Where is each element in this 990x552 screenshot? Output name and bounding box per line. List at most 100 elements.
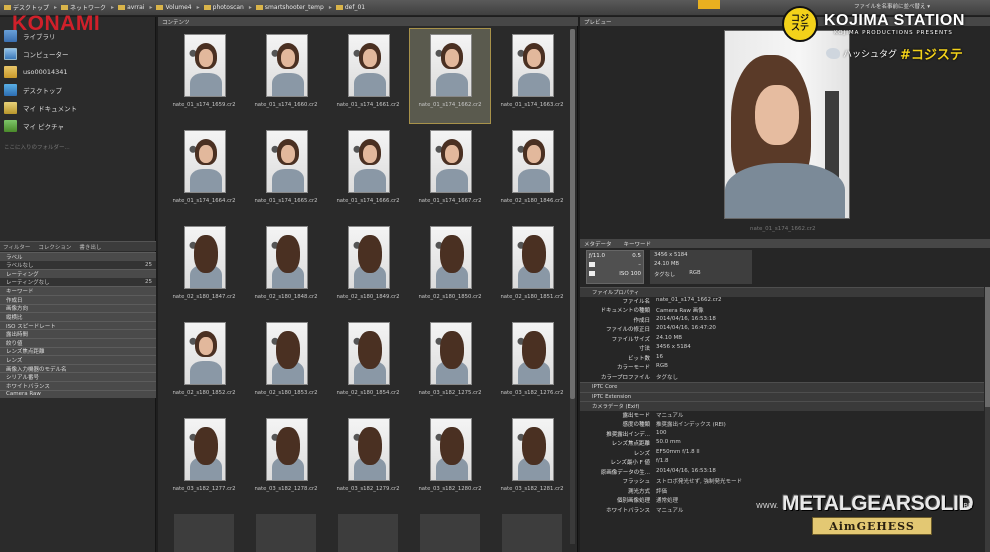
breadcrumb-item[interactable]: def_01: [335, 3, 365, 12]
section-iptc-core[interactable]: IPTC Core: [580, 382, 984, 392]
content-scrollbar[interactable]: [570, 29, 575, 544]
folder-item[interactable]: マイ ドキュメント: [0, 99, 156, 117]
breadcrumb-item[interactable]: Volume4 ▸: [156, 3, 200, 12]
thumbnail-cell[interactable]: nate_02_s180_1846.cr2: [492, 125, 572, 219]
filter-item[interactable]: 作成日: [0, 294, 156, 304]
folder-icon: [61, 5, 69, 10]
filter-item[interactable]: レーティングなし 25: [0, 277, 156, 287]
photo-thumbnail[interactable]: [184, 130, 226, 193]
thumbnail-cell[interactable]: nate_02_s180_1848.cr2: [246, 221, 326, 315]
photo-thumbnail[interactable]: [430, 418, 472, 481]
filter-item[interactable]: ラベルなし 25: [0, 260, 156, 270]
photo-thumbnail[interactable]: [348, 418, 390, 481]
photo-thumbnail[interactable]: [266, 34, 308, 97]
filter-item[interactable]: 縦横比: [0, 312, 156, 321]
filter-item[interactable]: ISO スピードレート: [0, 320, 156, 330]
thumbnail-cell[interactable]: nate_01_s174_1666.cr2: [328, 125, 408, 219]
photo-thumbnail[interactable]: [184, 34, 226, 97]
thumbnail-cell[interactable]: nate_01_s174_1661.cr2: [328, 29, 408, 123]
filter-item[interactable]: キーワード: [0, 286, 156, 295]
photo-thumbnail[interactable]: [348, 34, 390, 97]
photo-thumbnail[interactable]: [512, 130, 554, 193]
workspace-button[interactable]: [698, 0, 720, 9]
photo-thumbnail[interactable]: [430, 34, 472, 97]
thumbnail-cell[interactable]: nate_02_s180_1850.cr2: [410, 221, 490, 315]
breadcrumb-item[interactable]: ネットワーク ▸: [61, 3, 114, 12]
scrollbar-thumb[interactable]: [985, 287, 990, 407]
thumbnail-cell[interactable]: nate_01_s174_1664.cr2: [164, 125, 244, 219]
section-file-properties[interactable]: ファイルプロパティ: [580, 287, 984, 297]
thumbnail-cell[interactable]: nate_03_s182_1277.cr2: [164, 413, 244, 507]
thumbnail-filename: nate_03_s182_1277.cr2: [172, 486, 236, 492]
filter-item[interactable]: シリアル番号: [0, 372, 156, 381]
folder-item[interactable]: コンピューター: [0, 45, 156, 63]
photo-thumbnail[interactable]: [512, 226, 554, 289]
photo-thumbnail[interactable]: [512, 418, 554, 481]
photo-thumbnail[interactable]: [430, 226, 472, 289]
filter-item[interactable]: レーティング: [0, 269, 156, 278]
filter-item[interactable]: 絞り値: [0, 337, 156, 347]
section-iptc-extension[interactable]: IPTC Extension: [580, 391, 984, 401]
breadcrumb-item[interactable]: smartshooter_temp ▸: [255, 3, 332, 12]
thumbnail-cell[interactable]: nate_03_s182_1276.cr2: [492, 317, 572, 411]
tab-export[interactable]: 書き出し: [79, 243, 101, 251]
filter-item[interactable]: ホワイトバランス: [0, 380, 156, 390]
thumbnail-cell[interactable]: nate_01_s174_1667.cr2: [410, 125, 490, 219]
tab-filter[interactable]: フィルター: [3, 243, 30, 251]
scrollbar-thumb[interactable]: [570, 29, 575, 399]
tab-metadata[interactable]: メタデータ: [584, 240, 612, 248]
photo-thumbnail[interactable]: [512, 322, 554, 385]
thumbnail-cell[interactable]: nate_02_s180_1851.cr2: [492, 221, 572, 315]
folder-item[interactable]: uso00014341: [0, 63, 156, 81]
filter-item[interactable]: 露出時間: [0, 329, 156, 338]
breadcrumb-item[interactable]: photoscan ▸: [203, 3, 252, 12]
photo-thumbnail[interactable]: [266, 322, 308, 385]
filter-item[interactable]: レンズ: [0, 355, 156, 364]
thumbnail-cell[interactable]: nate_03_s182_1279.cr2: [328, 413, 408, 507]
breadcrumb-item[interactable]: デスクトップ ▸: [4, 3, 57, 12]
photo-thumbnail[interactable]: [184, 226, 226, 289]
thumbnail-filename: nate_03_s182_1276.cr2: [500, 390, 564, 396]
photo-thumbnail[interactable]: [512, 34, 554, 97]
section-exif[interactable]: カメラデータ (Exif): [580, 401, 984, 411]
folder-item[interactable]: デスクトップ: [0, 81, 156, 99]
photo-thumbnail[interactable]: [266, 130, 308, 193]
thumbnail-cell[interactable]: nate_01_s174_1660.cr2: [246, 29, 326, 123]
filter-item[interactable]: レンズ焦点距離: [0, 346, 156, 355]
folder-icon: [335, 5, 343, 10]
thumbnail-cell[interactable]: nate_03_s182_1281.cr2: [492, 413, 572, 507]
photo-thumbnail[interactable]: [348, 226, 390, 289]
thumbnail-cell[interactable]: nate_03_s182_1275.cr2: [410, 317, 490, 411]
thumbnail-cell[interactable]: nate_02_s180_1847.cr2: [164, 221, 244, 315]
filter-item[interactable]: 画像方向: [0, 303, 156, 312]
photo-thumbnail[interactable]: [430, 130, 472, 193]
thumbnail-cell[interactable]: nate_01_s174_1662.cr2: [409, 28, 491, 124]
photo-thumbnail[interactable]: [184, 322, 226, 385]
photo-thumbnail[interactable]: [348, 322, 390, 385]
tab-content[interactable]: コンテンツ: [158, 17, 578, 26]
filter-item[interactable]: Camera Raw: [0, 389, 156, 399]
photo-thumbnail[interactable]: [266, 418, 308, 481]
thumbnail-cell[interactable]: nate_02_s180_1849.cr2: [328, 221, 408, 315]
tab-collection[interactable]: コレクション: [38, 243, 71, 251]
thumbnail-cell[interactable]: nate_03_s182_1280.cr2: [410, 413, 490, 507]
photo-thumbnail[interactable]: [430, 322, 472, 385]
thumbnail-cell[interactable]: nate_01_s174_1659.cr2: [164, 29, 244, 123]
folder-item[interactable]: マイ ピクチャ: [0, 117, 156, 135]
thumbnail-cell[interactable]: nate_01_s174_1663.cr2: [492, 29, 572, 123]
photo-thumbnail[interactable]: [266, 226, 308, 289]
thumbnail-filename: nate_01_s174_1666.cr2: [336, 198, 400, 204]
camera-summary: ƒ/11.0 0.5 – ISO 100: [586, 250, 644, 284]
thumbnail-cell[interactable]: nate_03_s182_1278.cr2: [246, 413, 326, 507]
photo-thumbnail[interactable]: [184, 418, 226, 481]
filter-item[interactable]: ラベル: [0, 252, 156, 261]
tab-keywords[interactable]: キーワード: [624, 240, 652, 248]
photo-thumbnail[interactable]: [348, 130, 390, 193]
filter-item[interactable]: 画像入力機器のモデル名: [0, 363, 156, 373]
thumbnail-cell[interactable]: nate_02_s180_1854.cr2: [328, 317, 408, 411]
hashtag: #コジステ: [900, 48, 963, 63]
thumbnail-cell[interactable]: nate_01_s174_1665.cr2: [246, 125, 326, 219]
breadcrumb-item[interactable]: avrrai ▸: [118, 3, 152, 12]
thumbnail-cell[interactable]: nate_02_s180_1852.cr2: [164, 317, 244, 411]
thumbnail-cell[interactable]: nate_02_s180_1853.cr2: [246, 317, 326, 411]
